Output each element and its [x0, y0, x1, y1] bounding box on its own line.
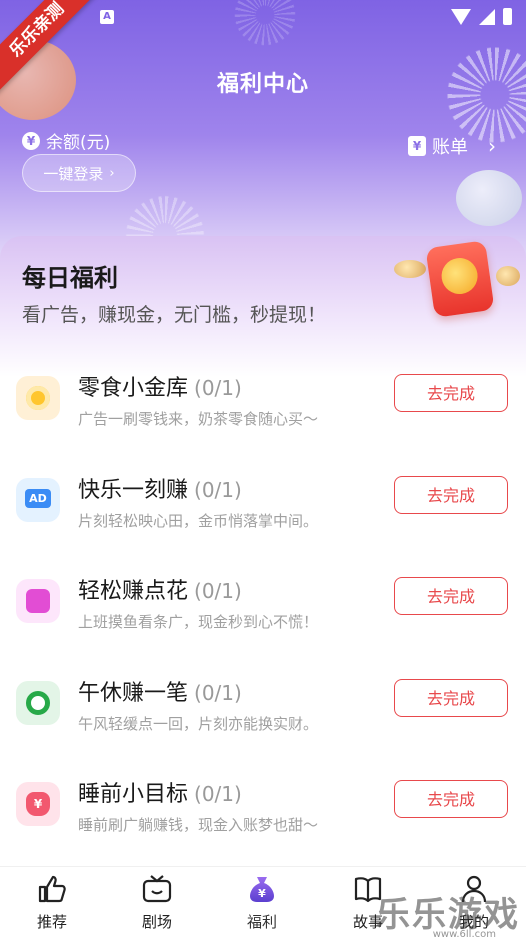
task-complete-button[interactable]: 去完成 [394, 374, 508, 412]
tab-theater[interactable]: 剧场 [117, 873, 197, 932]
page-title: 福利中心 [216, 72, 309, 97]
money-bag-icon: ¥ [16, 782, 60, 826]
daily-welfare-title: 每日福利 [22, 264, 118, 292]
ad-screen-icon: AD [16, 478, 60, 522]
task-complete-button[interactable]: 去完成 [394, 780, 508, 818]
task-title: 零食小金库 [78, 376, 189, 401]
thumbs-up-icon [36, 873, 68, 905]
tab-label: 剧场 [141, 913, 172, 931]
battery-icon [503, 8, 512, 25]
decor-coin [394, 260, 426, 278]
task-title: 轻松赚点花 [78, 579, 189, 604]
task-item: 轻松赚点花 (0/1) 上班摸鱼看条广，现金秒到心不慌！ 去完成 [0, 569, 526, 669]
wifi-icon [451, 8, 471, 25]
money-bag-icon: ¥ [246, 873, 278, 905]
tv-icon [141, 873, 173, 905]
task-title: 快乐一刻赚 [78, 478, 189, 503]
svg-text:¥: ¥ [258, 887, 266, 900]
decor-coin [496, 266, 520, 286]
task-item: AD 快乐一刻赚 (0/1) 片刻轻松映心田，金币悄落掌中间。 去完成 [0, 468, 526, 568]
task-progress: (0/1) [194, 681, 242, 705]
task-description: 广告一刷零钱来，奶茶零食随心买～ [78, 410, 319, 428]
bill-link[interactable]: ¥ 账单 › [408, 133, 496, 159]
watermark-url: www.6ll.com [432, 929, 496, 940]
balance-label: 余额(元) [46, 133, 111, 153]
task-progress: (0/1) [194, 782, 242, 806]
task-item: ¥ 睡前小目标 (0/1) 睡前刷广躺赚钱，现金入账梦也甜～ 去完成 [0, 772, 526, 872]
task-progress: (0/1) [194, 478, 242, 502]
task-complete-button[interactable]: 去完成 [394, 577, 508, 615]
task-progress: (0/1) [194, 579, 242, 603]
bill-icon: ¥ [408, 136, 426, 156]
task-title: 午休赚一笔 [78, 681, 189, 706]
task-description: 午风轻缓点一回，片刻亦能换实财。 [78, 715, 319, 733]
welfare-card: 每日福利 看广告，赚现金，无门槛，秒提现！ 零食小金库 (0/1) 广告一刷零钱来… [0, 236, 526, 876]
login-label: 一键登录 [43, 164, 104, 183]
signal-icon [479, 8, 495, 25]
green-ring-icon [16, 681, 60, 725]
tab-welfare[interactable]: ¥ 福利 [222, 873, 302, 932]
task-title: 睡前小目标 [78, 782, 189, 807]
task-item: 午休赚一笔 (0/1) 午风轻缓点一回，片刻亦能换实财。 去完成 [0, 671, 526, 771]
task-progress: (0/1) [194, 376, 242, 400]
task-complete-button[interactable]: 去完成 [394, 476, 508, 514]
tab-label: 福利 [246, 913, 277, 931]
gold-coin-icon [16, 376, 60, 420]
coin-stack-icon [16, 579, 60, 623]
task-description: 睡前刷广躺赚钱，现金入账梦也甜～ [78, 816, 319, 834]
balance-row: ¥ 余额(元) [22, 128, 110, 153]
yen-icon: ¥ [22, 131, 40, 150]
bill-label: 账单 [432, 137, 468, 158]
chevron-right-icon: › [488, 134, 496, 158]
red-packet-icon [425, 240, 495, 318]
chevron-right-icon: › [109, 165, 115, 181]
task-description: 上班摸鱼看条广，现金秒到心不慌！ [78, 613, 319, 631]
decor-bubble [456, 170, 522, 226]
task-complete-button[interactable]: 去完成 [394, 679, 508, 717]
task-item: 零食小金库 (0/1) 广告一刷零钱来，奶茶零食随心买～ 去完成 [0, 366, 526, 466]
task-description: 片刻轻松映心田，金币悄落掌中间。 [78, 512, 319, 530]
one-click-login-button[interactable]: 一键登录 › [22, 154, 136, 192]
tab-recommend[interactable]: 推荐 [12, 873, 92, 932]
app-notification-icon: A [100, 10, 114, 24]
daily-welfare-subtitle: 看广告，赚现金，无门槛，秒提现！ [22, 304, 327, 326]
tab-label: 推荐 [36, 913, 67, 931]
